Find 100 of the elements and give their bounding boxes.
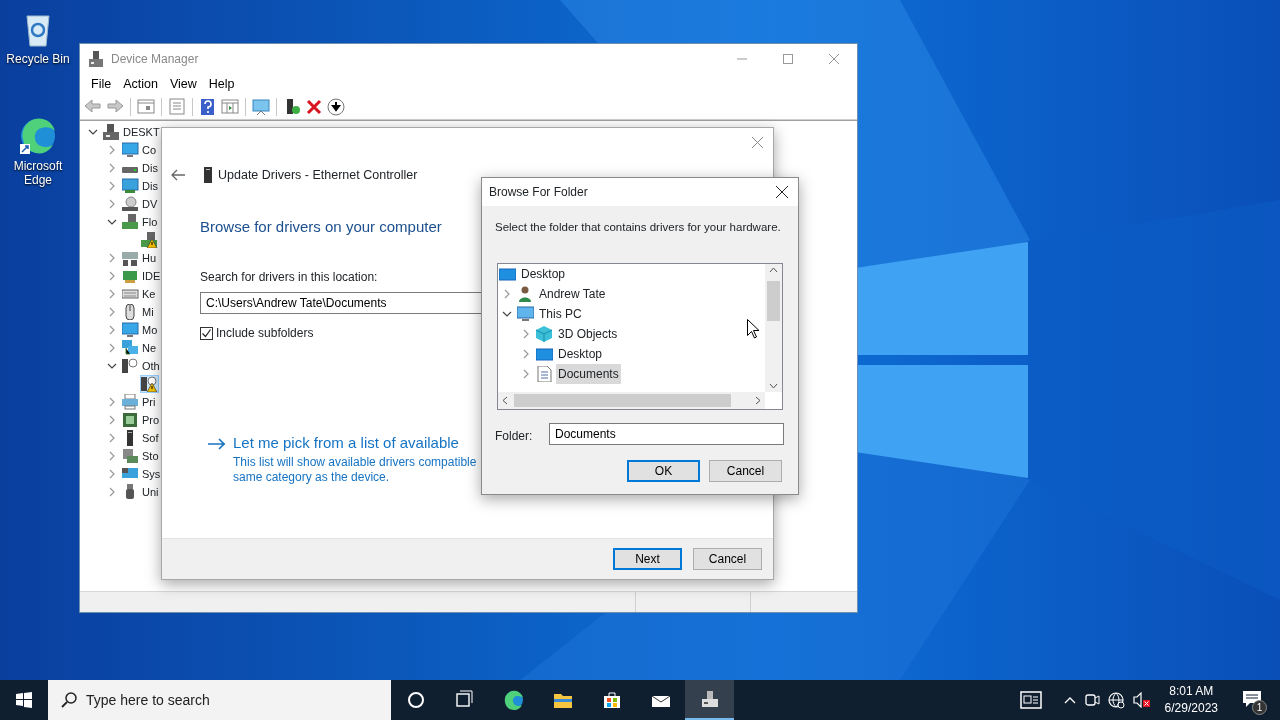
tree-item[interactable]: Documents <box>556 364 621 385</box>
icon-label[interactable]: Recycle Bin <box>0 52 76 67</box>
tree-item[interactable]: Oth <box>142 357 160 375</box>
tree-item[interactable]: Hu <box>142 249 157 267</box>
tree-item[interactable]: This PC <box>537 304 584 325</box>
checkbox[interactable] <box>200 326 213 340</box>
clock-date[interactable]: 6/29/2023 <box>1164 700 1218 717</box>
scroll-thumb[interactable] <box>514 394 731 408</box>
desktop-icon <box>536 346 553 363</box>
tree-item[interactable]: Andrew Tate <box>537 284 608 305</box>
maximize-icon[interactable] <box>783 53 793 64</box>
tree-item[interactable]: Pri <box>142 393 156 411</box>
scroll-up-icon[interactable] <box>769 267 778 274</box>
camera-icon[interactable] <box>1083 692 1100 708</box>
back-icon[interactable] <box>171 169 185 182</box>
path-field[interactable]: C:\Users\Andrew Tate\Documents <box>200 292 481 315</box>
drive-icon[interactable] <box>122 214 139 230</box>
document-icon <box>536 366 553 383</box>
tree-item[interactable]: DV <box>142 195 158 213</box>
close-icon[interactable] <box>776 186 788 198</box>
field-label: Search for drivers in this location: <box>200 269 378 287</box>
chip-icon[interactable] <box>122 412 139 428</box>
device-icon[interactable] <box>122 358 139 374</box>
tree-item[interactable]: Uni <box>142 483 159 501</box>
globe-icon[interactable] <box>1107 691 1125 709</box>
instruction-text: Select the folder that contains drivers for your hardware. <box>495 220 782 235</box>
folder-tree[interactable]: Desktop Andrew Tate This PC 3D Objects Desktop Documents <box>497 263 783 411</box>
tree-item[interactable]: Mo <box>142 321 158 339</box>
tree-item[interactable]: 3D Objects <box>556 324 620 345</box>
tree-item[interactable]: Mi <box>142 303 154 321</box>
tree-item[interactable]: Sto <box>142 447 159 465</box>
display-icon[interactable] <box>122 178 139 194</box>
delete-icon[interactable] <box>305 98 323 116</box>
tree-item[interactable]: Dis <box>142 159 158 177</box>
tree-item[interactable]: Pro <box>142 411 160 429</box>
scroll-thumb[interactable] <box>767 281 780 322</box>
news-icon[interactable] <box>1019 691 1042 709</box>
dialog-button[interactable]: Next <box>613 548 682 570</box>
cube-icon <box>536 326 553 343</box>
help-icon[interactable] <box>199 98 217 116</box>
tree-item[interactable]: Desktop <box>519 264 568 285</box>
monitor-icon[interactable] <box>252 98 270 116</box>
device-icon[interactable] <box>141 376 158 392</box>
search-field[interactable]: Type here to search <box>48 680 391 720</box>
field-label: Folder: <box>495 428 534 446</box>
scroll-down-icon[interactable] <box>769 383 778 390</box>
tree-item[interactable]: Flo <box>142 213 158 231</box>
chevron-up-icon[interactable] <box>1063 696 1076 704</box>
volume-muted-icon[interactable] <box>1132 692 1151 708</box>
edge-icon[interactable] <box>503 690 524 710</box>
vertical-scrollbar[interactable] <box>765 264 782 393</box>
dialog-title: Browse For Folder <box>489 184 589 201</box>
window-title: Device Manager <box>111 50 199 68</box>
scroll-left-icon[interactable] <box>502 396 508 406</box>
tree-item[interactable]: Ne <box>142 339 157 357</box>
task-view-icon[interactable] <box>454 690 475 710</box>
horizontal-scrollbar[interactable] <box>498 392 765 410</box>
tree-item[interactable]: Sys <box>142 465 161 483</box>
computer-icon[interactable] <box>103 124 120 140</box>
cortana-icon[interactable] <box>405 690 426 710</box>
tree-item[interactable]: Ke <box>142 285 156 303</box>
dialog-button[interactable]: Cancel <box>693 548 762 570</box>
scroll-right-icon[interactable] <box>755 396 761 406</box>
folder-field[interactable]: Documents <box>549 423 784 446</box>
window-icon[interactable] <box>137 98 155 116</box>
tree-item[interactable]: IDE <box>142 267 161 285</box>
app-icon <box>89 50 103 67</box>
menu-item[interactable]: Action <box>117 74 164 94</box>
dialog-button[interactable]: OK <box>627 460 700 483</box>
heading: Browse for drivers on your computer <box>200 216 442 237</box>
tree-item[interactable]: Desktop <box>556 344 605 365</box>
description-text: This list will show available drivers compatible <box>233 454 477 470</box>
monitor-icon[interactable] <box>122 142 139 158</box>
dialog-title: Update Drivers - Ethernet Controller <box>218 167 418 184</box>
desktop-icon <box>499 266 516 283</box>
pick-link[interactable]: Let me pick from a list of available <box>233 432 459 455</box>
tree-item[interactable]: DESKT <box>123 123 160 141</box>
monitor-icon[interactable] <box>122 322 139 338</box>
checkbox-label[interactable]: Include subfolders <box>216 324 314 343</box>
disc-icon[interactable] <box>122 196 139 212</box>
bag-icon[interactable] <box>601 690 622 710</box>
windows-icon[interactable] <box>16 692 32 708</box>
tree-item[interactable]: Sof <box>142 429 159 447</box>
menu-item[interactable]: File <box>85 74 118 94</box>
network-icon[interactable] <box>122 340 139 356</box>
drive-icon[interactable] <box>141 232 158 248</box>
storage-icon[interactable] <box>122 448 139 464</box>
user-icon <box>517 286 534 303</box>
tree-item[interactable]: Co <box>142 141 157 159</box>
icon-label[interactable]: Microsoft Edge <box>0 159 76 188</box>
description-text: same category as the device. <box>233 469 390 485</box>
menu-item[interactable]: Help <box>202 74 241 94</box>
menu-item[interactable]: View <box>163 74 203 94</box>
tree-item[interactable]: Dis <box>142 177 158 195</box>
dialog-button[interactable]: Cancel <box>709 460 782 483</box>
device-icon[interactable] <box>122 250 139 266</box>
clock-time[interactable]: 8:01 AM <box>1164 683 1218 700</box>
device-manager-icon[interactable] <box>699 689 720 709</box>
chip-icon[interactable] <box>122 268 139 284</box>
download-icon[interactable] <box>327 98 345 116</box>
